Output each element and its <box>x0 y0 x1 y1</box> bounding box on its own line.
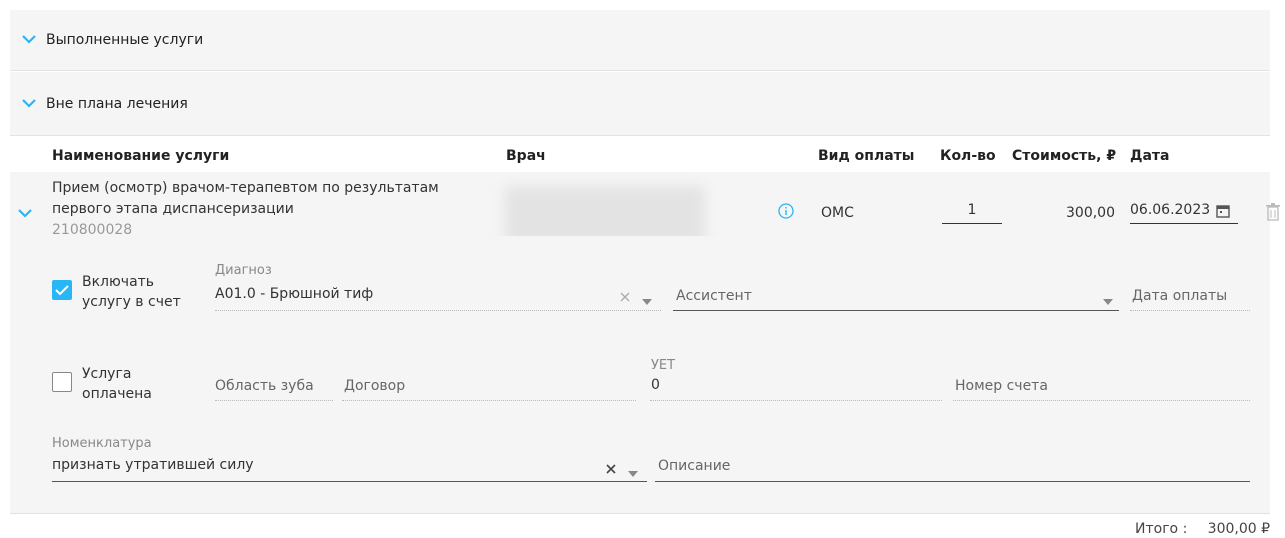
nomenclature-value[interactable]: признать утратившей силу <box>52 457 254 473</box>
chevron-down-icon[interactable] <box>18 206 32 222</box>
clear-icon[interactable] <box>620 290 630 306</box>
header-service-name: Наименование услуги <box>52 148 230 164</box>
info-icon[interactable] <box>778 203 794 223</box>
contract-field[interactable]: Договор <box>344 378 405 394</box>
invoice-number-field[interactable]: Номер счета <box>955 378 1048 394</box>
payment-date-underline <box>1130 310 1250 311</box>
service-name: Прием (осмотр) врачом-терапевтом по резу… <box>52 178 492 220</box>
section-off-plan[interactable]: Вне плана лечения <box>10 72 1270 136</box>
diagnosis-underline <box>215 310 661 311</box>
calendar-icon[interactable] <box>1216 204 1230 222</box>
uet-underline <box>650 400 942 401</box>
include-label-line2: услугу в счет <box>82 294 181 310</box>
payment-date-field[interactable]: Дата оплаты <box>1132 288 1227 304</box>
assistant-field[interactable]: Ассистент <box>676 288 752 304</box>
include-label-line1: Включать <box>82 274 155 290</box>
tooth-area-field[interactable]: Область зуба <box>215 378 314 394</box>
contract-underline <box>342 400 636 401</box>
description-field[interactable]: Описание <box>658 458 730 474</box>
diagnosis-value[interactable]: A01.0 - Брюшной тиф <box>215 286 373 302</box>
paid-label-line2: оплачена <box>82 386 152 402</box>
service-name-line1: Прием (осмотр) врачом-терапевтом по резу… <box>52 180 439 196</box>
chevron-down-icon <box>22 32 36 48</box>
section-title-completed: Выполненные услуги <box>46 32 204 48</box>
section-completed-services[interactable]: Выполненные услуги <box>10 10 1270 71</box>
tooth-area-underline <box>215 400 333 401</box>
total-label: Итого : <box>1135 521 1188 537</box>
description-underline <box>655 481 1250 482</box>
uet-label: УЕТ <box>651 358 676 373</box>
cost-value: 300,00 <box>1066 205 1115 221</box>
include-in-invoice-checkbox[interactable] <box>52 280 72 300</box>
payment-type: ОМС <box>821 205 854 221</box>
dropdown-arrow-icon[interactable] <box>1103 293 1113 309</box>
chevron-down-icon <box>22 96 36 112</box>
header-quantity: Кол-во <box>940 148 996 164</box>
header-payment-type: Вид оплаты <box>818 148 915 164</box>
include-in-invoice-label: Включать услугу в счет <box>82 272 181 312</box>
header-date: Дата <box>1130 148 1170 164</box>
service-paid-label: Услуга оплачена <box>82 364 152 404</box>
nomenclature-label: Номенклатура <box>52 436 152 451</box>
service-paid-checkbox[interactable] <box>52 372 72 392</box>
section-title-off-plan: Вне плана лечения <box>46 95 188 112</box>
clear-icon[interactable] <box>606 462 616 478</box>
invoice-number-underline <box>953 400 1250 401</box>
delete-icon[interactable] <box>1266 203 1280 225</box>
total-value: 300,00 ₽ <box>1207 521 1270 537</box>
header-doctor: Врач <box>506 148 546 164</box>
date-value: 06.06.2023 <box>1130 202 1211 218</box>
service-name-line2: первого этапа диспансеризации <box>52 201 294 217</box>
dropdown-arrow-icon[interactable] <box>628 465 638 481</box>
nomenclature-underline <box>52 481 647 482</box>
uet-value[interactable]: 0 <box>651 377 660 393</box>
header-cost: Стоимость, ₽ <box>1012 148 1117 164</box>
paid-label-line1: Услуга <box>82 366 132 382</box>
quantity-input[interactable]: 1 <box>942 198 1002 224</box>
assistant-underline <box>673 310 1119 311</box>
dropdown-arrow-icon[interactable] <box>642 293 652 309</box>
diagnosis-label: Диагноз <box>215 263 272 278</box>
